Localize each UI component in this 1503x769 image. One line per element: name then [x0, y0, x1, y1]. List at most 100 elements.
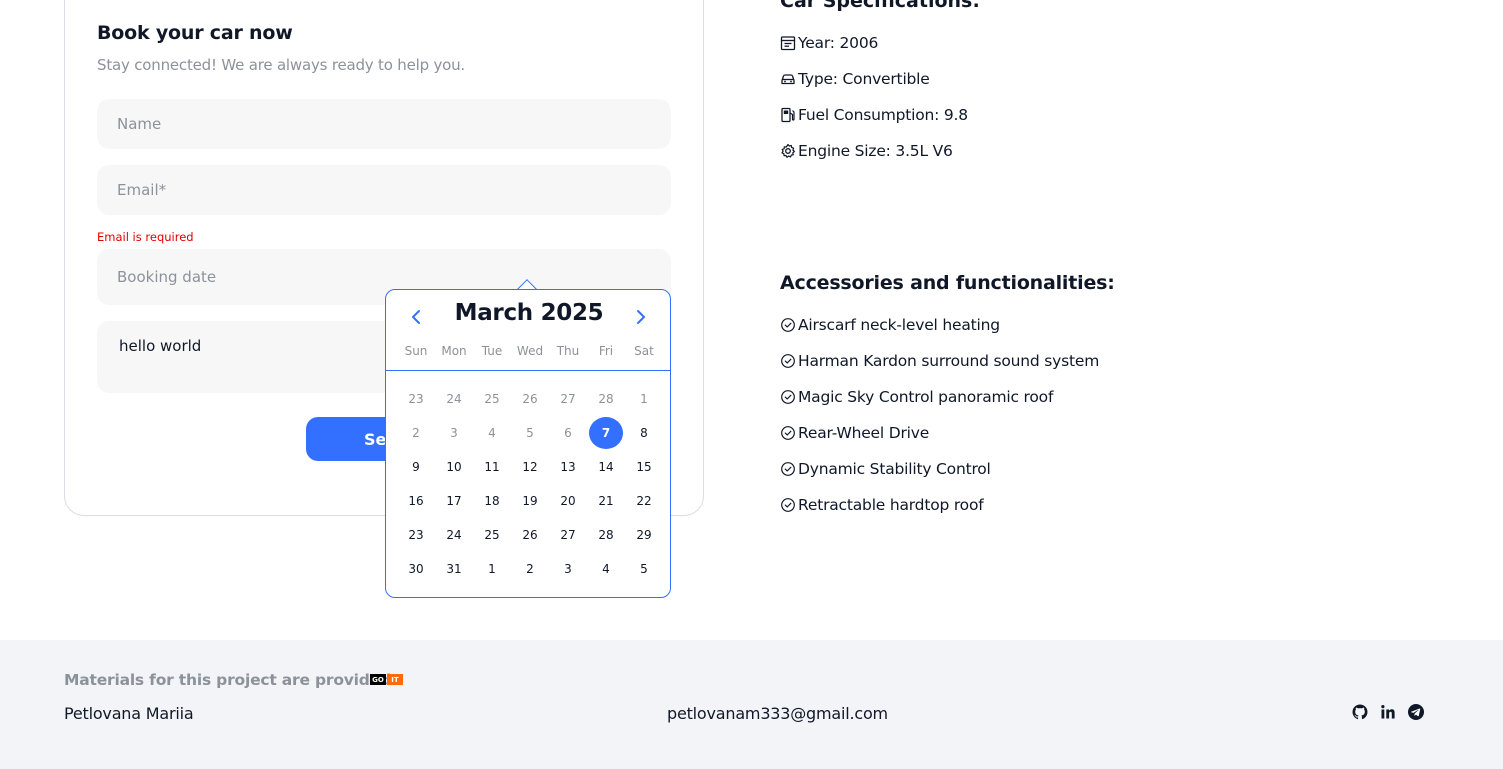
- accessory-item-text: Airscarf neck-level heating: [798, 316, 1000, 334]
- accessory-item-text: Harman Kardon surround sound system: [798, 352, 1100, 370]
- accessory-item-text: Rear-Wheel Drive: [798, 424, 930, 442]
- calendar-day-number: 15: [636, 460, 652, 474]
- spec-item: Type: Convertible: [780, 70, 930, 88]
- calendar-day-number: 5: [526, 426, 534, 440]
- calendar-day-number: 22: [636, 494, 652, 508]
- calendar-day[interactable]: 21: [587, 484, 625, 518]
- check-circle-icon: [781, 498, 795, 512]
- spec-item-text: Engine Size: 3.5L V6: [798, 142, 953, 160]
- linkedin-icon: [1381, 705, 1395, 719]
- calendar-day-number: 26: [522, 528, 538, 542]
- calendar-day[interactable]: 13: [549, 450, 587, 484]
- calendar-day-number: 28: [598, 528, 614, 542]
- calendar-day-number: 24: [446, 528, 462, 542]
- goit-logo-it: IT: [387, 674, 403, 685]
- calendar-day[interactable]: 2: [397, 416, 435, 450]
- spec-item-text: Fuel Consumption: 9.8: [798, 106, 968, 124]
- calendar-day[interactable]: 27: [549, 382, 587, 416]
- calendar-day[interactable]: 22: [625, 484, 663, 518]
- telegram-link[interactable]: [1407, 703, 1425, 721]
- calendar-day-number: 27: [560, 392, 576, 406]
- check-circle-icon: [781, 318, 795, 332]
- calendar-day[interactable]: 29: [625, 518, 663, 552]
- spec-item: Fuel Consumption: 9.8: [780, 106, 968, 124]
- calendar-day-number: 3: [450, 426, 458, 440]
- accessories-heading: Accessories and functionalities:: [780, 272, 1115, 294]
- calendar-day[interactable]: 16: [397, 484, 435, 518]
- accessory-item-text: Retractable hardtop roof: [798, 496, 984, 514]
- spec-item: Year: 2006: [780, 34, 878, 52]
- specifications-heading: Car Specifications:: [780, 0, 980, 12]
- calendar-day-selected[interactable]: 7: [587, 416, 625, 450]
- name-input[interactable]: [97, 99, 671, 149]
- check-circle-icon: [781, 462, 795, 476]
- calendar-day-number: 31: [446, 562, 462, 576]
- calendar-day[interactable]: 20: [549, 484, 587, 518]
- calendar-day-number: 13: [560, 460, 576, 474]
- accessory-item: Magic Sky Control panoramic roof: [780, 388, 1053, 406]
- calendar-day[interactable]: 5: [625, 552, 663, 586]
- calendar-day[interactable]: 3: [549, 552, 587, 586]
- calendar-day[interactable]: 10: [435, 450, 473, 484]
- calendar-day-number: 12: [522, 460, 538, 474]
- calendar-day[interactable]: 12: [511, 450, 549, 484]
- footer: Materials for this project are provided:…: [0, 640, 1503, 769]
- goit-logo[interactable]: GO IT: [370, 674, 403, 685]
- materials-label: Materials for this project are provided:: [64, 671, 397, 689]
- calendar-day[interactable]: 23: [397, 382, 435, 416]
- chevron-right-icon: [637, 310, 645, 324]
- calendar-day-number: 25: [484, 528, 500, 542]
- calendar-day[interactable]: 6: [549, 416, 587, 450]
- calendar-day[interactable]: 24: [435, 518, 473, 552]
- calendar-day-number: 9: [412, 460, 420, 474]
- calendar-day-number: 24: [446, 392, 462, 406]
- accessory-item-text: Magic Sky Control panoramic roof: [798, 388, 1054, 406]
- calendar-day[interactable]: 23: [397, 518, 435, 552]
- calendar-day[interactable]: 18: [473, 484, 511, 518]
- accessory-item: Rear-Wheel Drive: [780, 424, 929, 442]
- calendar-day[interactable]: 5: [511, 416, 549, 450]
- calendar-day[interactable]: 19: [511, 484, 549, 518]
- calendar-day[interactable]: 3: [435, 416, 473, 450]
- calendar-day-number: 19: [522, 494, 538, 508]
- datepicker-divider: [386, 370, 670, 371]
- calendar-day[interactable]: 4: [587, 552, 625, 586]
- calendar-day[interactable]: 28: [587, 518, 625, 552]
- calendar-day[interactable]: 26: [511, 382, 549, 416]
- calendar-day[interactable]: 25: [473, 382, 511, 416]
- email-input[interactable]: [97, 165, 671, 215]
- calendar-day-number: 28: [598, 392, 614, 406]
- spec-item-text: Type: Convertible: [798, 70, 930, 88]
- calendar-day-number: 20: [560, 494, 576, 508]
- calendar-day[interactable]: 11: [473, 450, 511, 484]
- calendar-day-number: 10: [446, 460, 462, 474]
- calendar-day-number: 21: [598, 494, 614, 508]
- calendar-day[interactable]: 8: [625, 416, 663, 450]
- calendar-day-number: 30: [408, 562, 424, 576]
- linkedin-link[interactable]: [1379, 703, 1397, 721]
- author-name: Petlovana Mariia: [64, 704, 194, 723]
- calendar-day[interactable]: 1: [473, 552, 511, 586]
- calendar-day[interactable]: 26: [511, 518, 549, 552]
- next-month-button[interactable]: [626, 303, 656, 331]
- calendar-day[interactable]: 25: [473, 518, 511, 552]
- calendar-day-number: 5: [640, 562, 648, 576]
- contact-email-link[interactable]: petlovanam333@gmail.com: [667, 704, 888, 723]
- calendar-day[interactable]: 27: [549, 518, 587, 552]
- calendar-day[interactable]: 1: [625, 382, 663, 416]
- calendar-day[interactable]: 30: [397, 552, 435, 586]
- calendar-day[interactable]: 2: [511, 552, 549, 586]
- calendar-day[interactable]: 9: [397, 450, 435, 484]
- calendar-day[interactable]: 24: [435, 382, 473, 416]
- calendar-day[interactable]: 14: [587, 450, 625, 484]
- calendar-day[interactable]: 31: [435, 552, 473, 586]
- form-title: Book your car now: [97, 22, 293, 44]
- calendar-day-number: 6: [564, 426, 572, 440]
- calendar-day[interactable]: 15: [625, 450, 663, 484]
- calendar-day[interactable]: 28: [587, 382, 625, 416]
- check-circle-icon: [781, 354, 795, 368]
- github-link[interactable]: [1351, 703, 1369, 721]
- accessory-item-text: Dynamic Stability Control: [798, 460, 991, 478]
- calendar-day[interactable]: 17: [435, 484, 473, 518]
- calendar-day[interactable]: 4: [473, 416, 511, 450]
